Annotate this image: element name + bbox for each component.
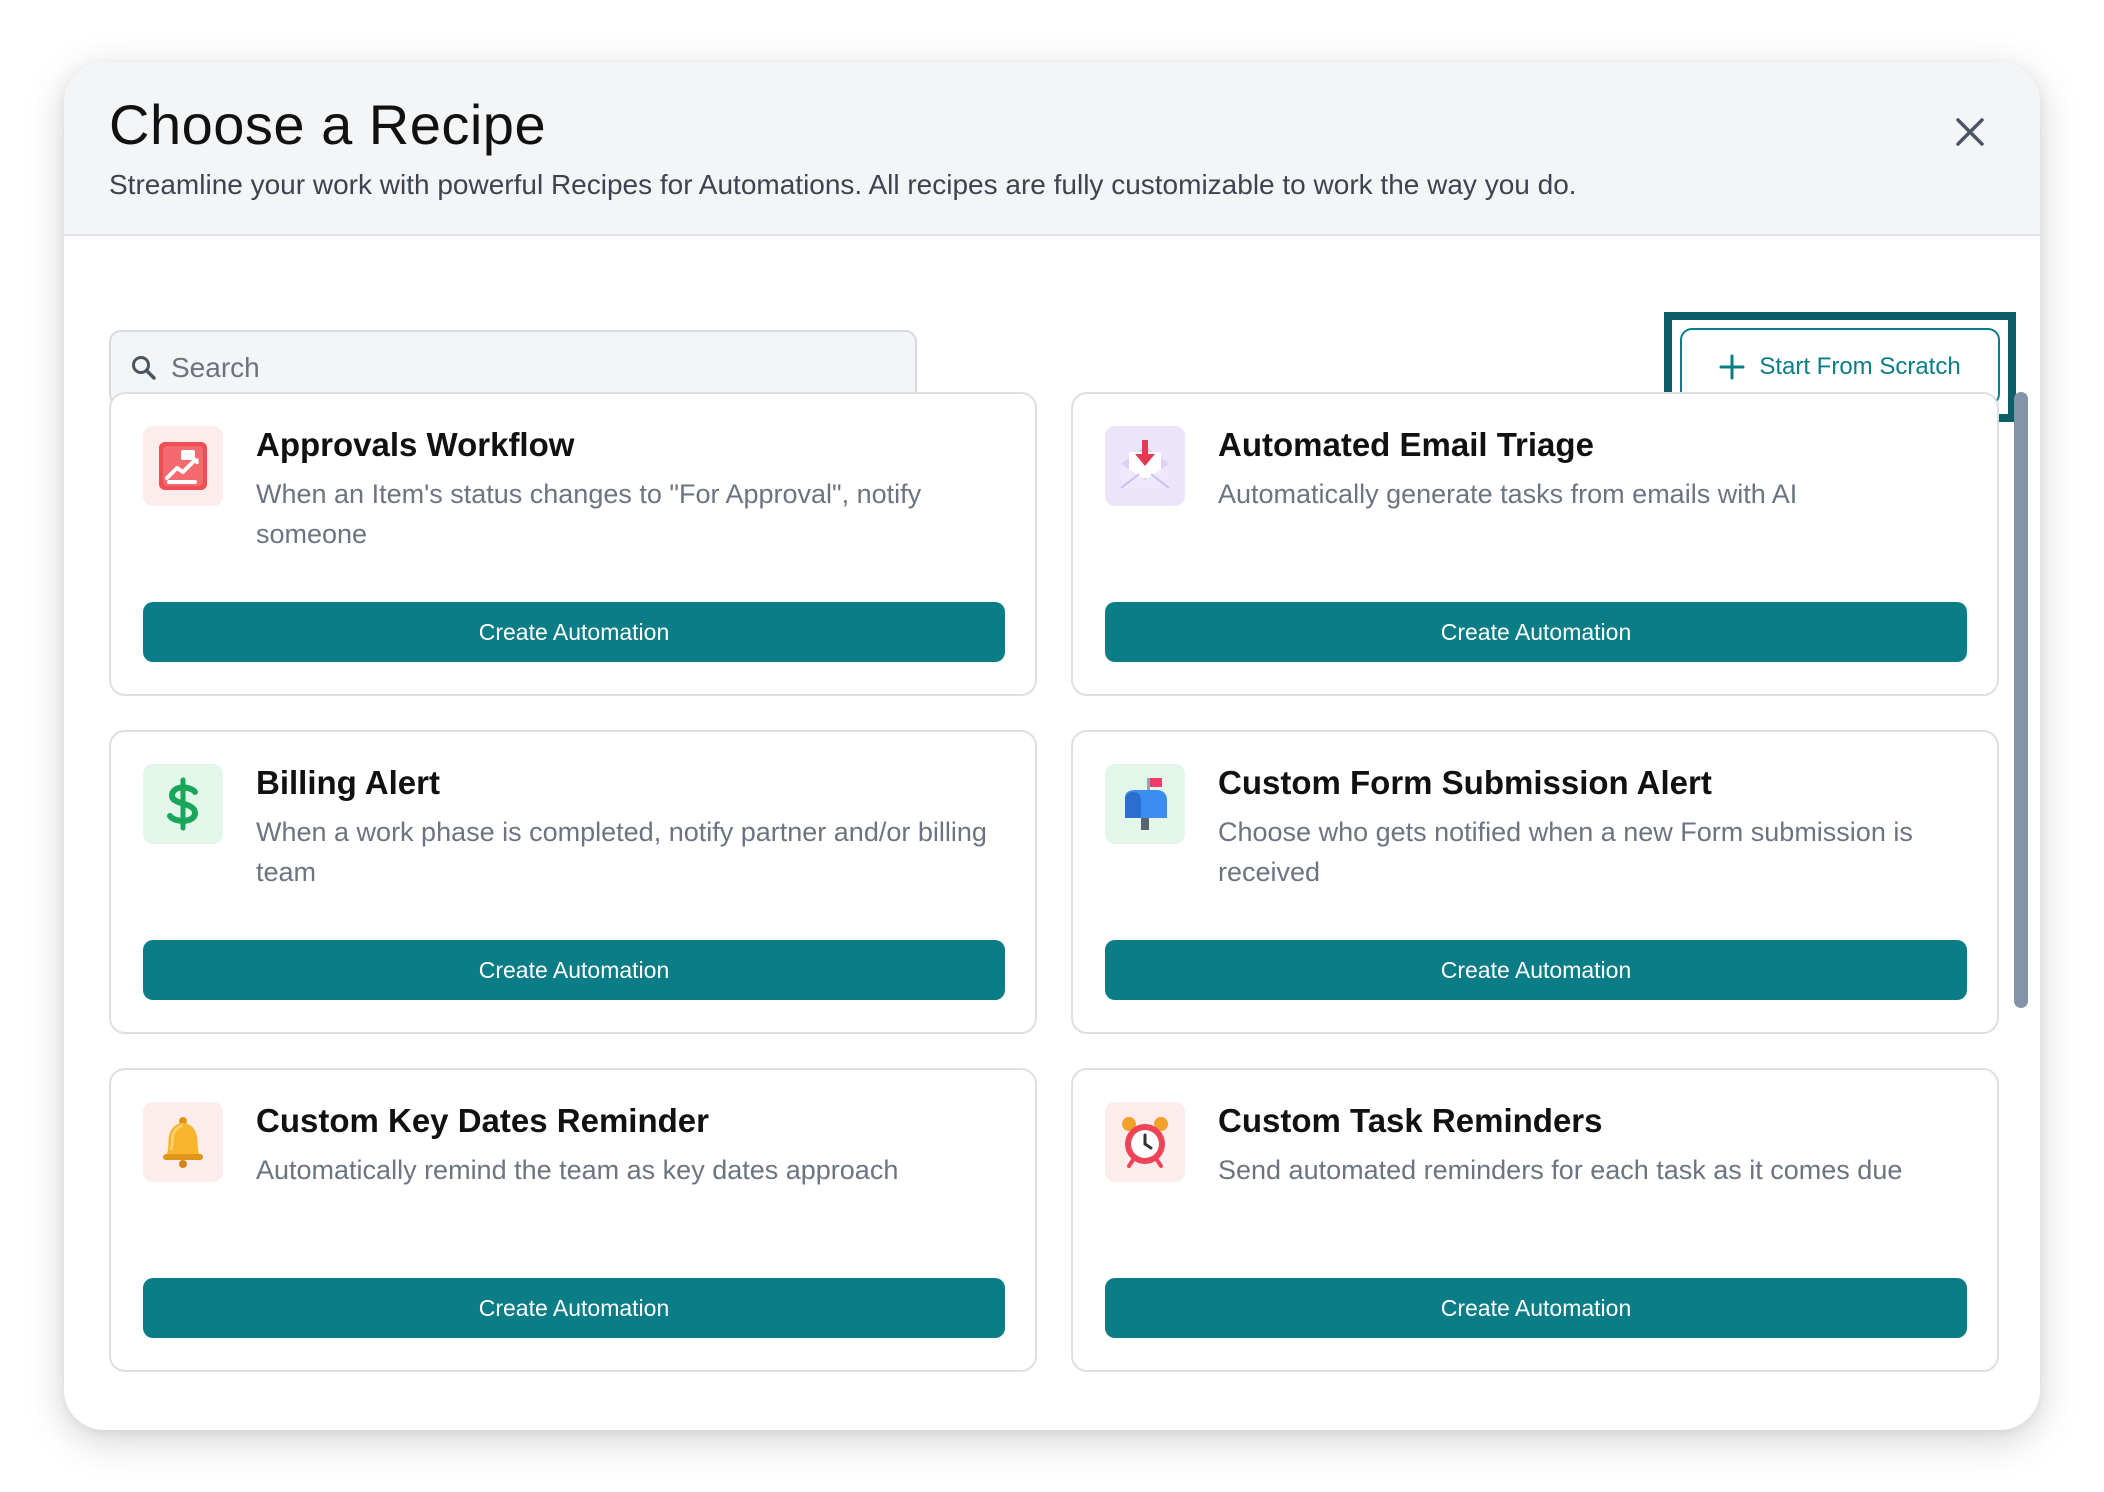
recipe-description: Automatically generate tasks from emails… [1218,479,1798,509]
create-automation-button[interactable]: Create Automation [143,1278,1005,1338]
close-icon [1956,118,1984,146]
modal-title: Choose a Recipe [109,93,547,156]
recipe-description: When a work phase is completed, notify p… [256,817,987,887]
create-automation-button[interactable]: Create Automation [143,602,1005,662]
plus-icon [1719,354,1745,380]
start-from-scratch-label: Start From Scratch [1759,353,1961,380]
recipe-title: Custom Form Submission Alert [1218,764,1712,801]
search-icon [132,356,156,380]
modal-subtitle: Streamline your work with powerful Recip… [109,169,1577,200]
recipe-card-approvals-workflow: Approvals Workflow When an Item's status… [109,392,1037,696]
mailbox-icon [1105,764,1185,844]
toolbar: Start From Scratch [64,238,2040,422]
email-inbox-icon [1105,426,1185,506]
recipe-title: Approvals Workflow [256,426,575,463]
bell-icon [143,1102,223,1182]
recipe-card-custom-form-submission-alert: Custom Form Submission Alert Choose who … [1071,730,1999,1034]
recipe-description: Choose who gets notified when a new Form… [1218,817,1913,887]
recipe-card-automated-email-triage: Automated Email Triage Automatically gen… [1071,392,1999,696]
recipe-title: Automated Email Triage [1218,426,1594,463]
alarm-clock-icon [1105,1102,1185,1182]
create-automation-button[interactable]: Create Automation [1105,1278,1967,1338]
recipe-title: Custom Key Dates Reminder [256,1102,709,1139]
create-automation-button[interactable]: Create Automation [1105,602,1967,662]
create-automation-button[interactable]: Create Automation [143,940,1005,1000]
recipe-list-scrollbar[interactable] [2014,392,2028,1402]
recipe-card-billing-alert: Billing Alert When a work phase is compl… [109,730,1037,1034]
modal-header: Choose a Recipe Streamline your work wit… [64,62,2040,236]
recipe-card-custom-key-dates-reminder: Custom Key Dates Reminder Automatically … [109,1068,1037,1372]
search-input[interactable] [171,352,871,384]
recipe-description: Send automated reminders for each task a… [1218,1155,1903,1185]
recipe-card-custom-task-reminders: Custom Task Reminders Send automated rem… [1071,1068,1999,1372]
choose-recipe-modal: Choose a Recipe Streamline your work wit… [64,62,2040,1430]
recipe-description: When an Item's status changes to "For Ap… [256,479,922,549]
recipe-title: Custom Task Reminders [1218,1102,1603,1139]
dollar-sign-icon [143,764,223,844]
create-automation-button[interactable]: Create Automation [1105,940,1967,1000]
approval-clipboard-icon [143,426,223,506]
scrollbar-thumb[interactable] [2014,392,2028,1008]
recipe-title: Billing Alert [256,764,440,801]
recipe-description: Automatically remind the team as key dat… [256,1155,899,1185]
close-button[interactable] [1948,110,1992,154]
